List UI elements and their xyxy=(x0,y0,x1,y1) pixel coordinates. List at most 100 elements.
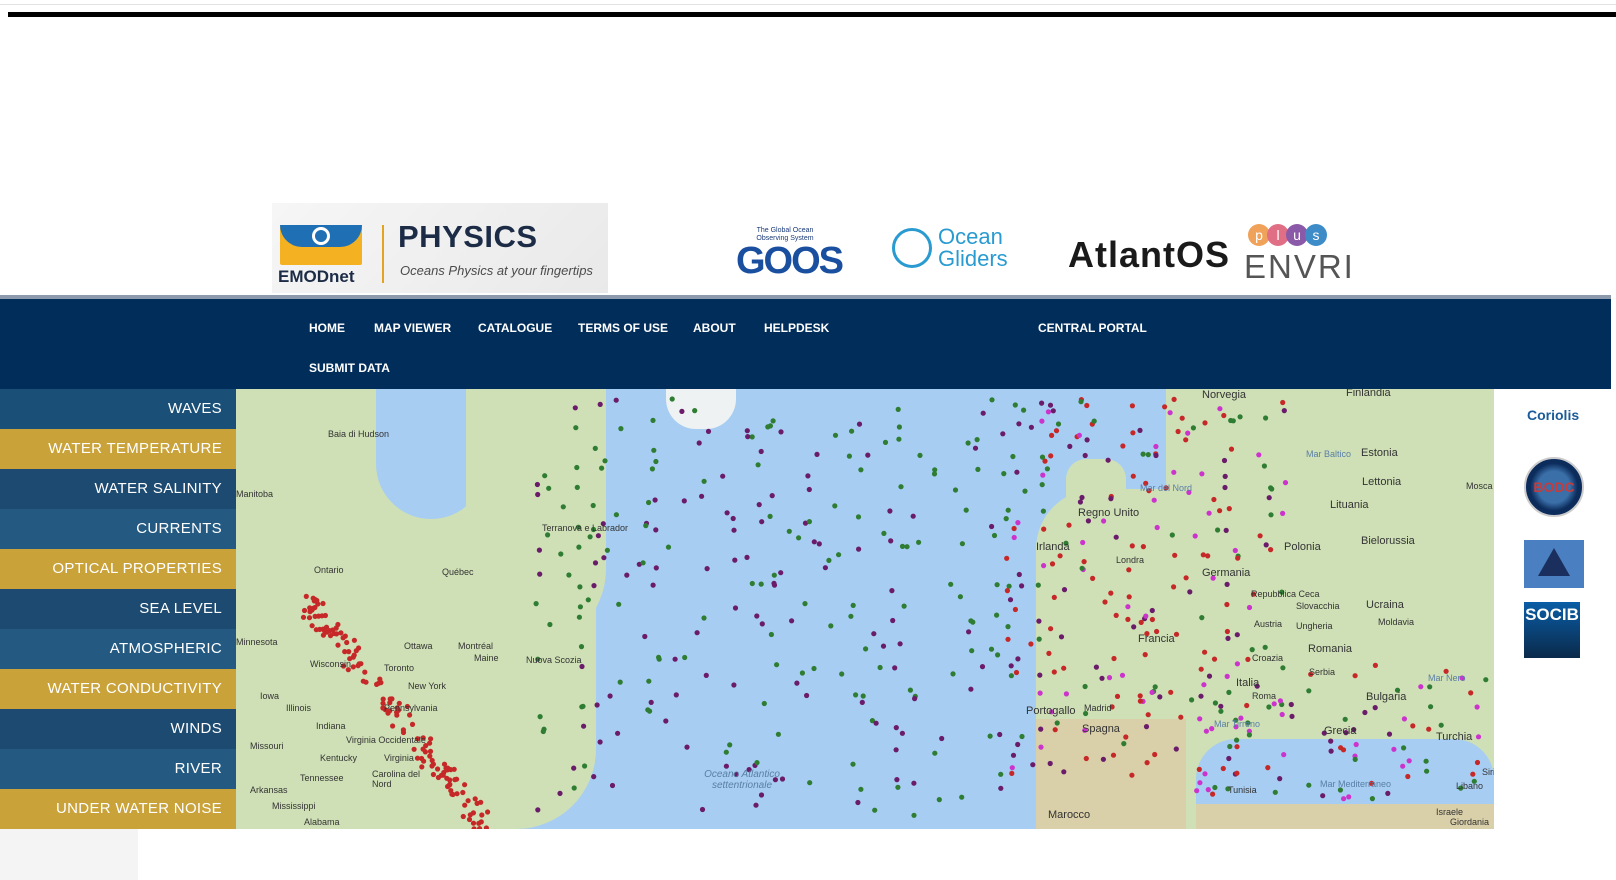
platform-marker xyxy=(1218,703,1224,709)
menu-winds[interactable]: WINDS xyxy=(0,709,236,749)
platform-marker xyxy=(669,396,675,402)
menu-waves[interactable]: WAVES xyxy=(0,389,236,429)
partner-logos-panel: Coriolis BODC SOCIB xyxy=(1494,389,1611,829)
platform-marker xyxy=(649,466,655,472)
platform-marker xyxy=(1005,507,1011,513)
platform-marker xyxy=(427,753,433,759)
platform-marker xyxy=(802,601,808,607)
platform-marker xyxy=(991,532,998,539)
platform-marker xyxy=(1066,522,1072,528)
platform-marker xyxy=(974,437,980,443)
platform-marker xyxy=(572,405,578,411)
platform-marker xyxy=(615,730,621,736)
platform-marker xyxy=(1265,765,1271,771)
platform-marker xyxy=(1228,446,1235,452)
platform-marker xyxy=(1047,402,1054,408)
platform-marker xyxy=(323,624,330,630)
platform-marker xyxy=(1268,512,1274,518)
menu-water-salinity[interactable]: WATER SALINITY xyxy=(0,469,236,509)
platform-marker xyxy=(703,672,709,678)
platform-marker xyxy=(653,527,659,533)
platform-marker xyxy=(1140,451,1146,457)
platform-marker xyxy=(1110,752,1117,758)
platform-marker xyxy=(590,502,596,509)
ocean-gliders-logo[interactable]: Ocean Gliders xyxy=(938,226,1028,270)
platform-marker xyxy=(1210,791,1216,797)
menu-optical-properties[interactable]: OPTICAL PROPERTIES xyxy=(0,549,236,589)
platform-marker xyxy=(853,692,859,698)
platform-marker xyxy=(1352,756,1358,762)
platform-marker xyxy=(1108,590,1114,596)
map-label: Pennsylvania xyxy=(384,703,438,713)
platform-marker xyxy=(836,552,842,558)
menu-water-conductivity[interactable]: WATER CONDUCTIVITY xyxy=(0,669,236,709)
platform-marker xyxy=(965,440,971,446)
menu-water-temperature[interactable]: WATER TEMPERATURE xyxy=(0,429,236,469)
platform-marker xyxy=(1194,788,1200,794)
platform-marker xyxy=(571,765,577,771)
map-label: Norvegia xyxy=(1202,389,1247,401)
platform-marker xyxy=(1197,716,1203,722)
coriolis-logo[interactable]: Coriolis xyxy=(1527,407,1579,423)
platform-marker xyxy=(673,692,679,698)
goos-logo[interactable]: GOOS xyxy=(736,240,844,283)
atlantos-logo[interactable]: AtlantOS xyxy=(1068,234,1230,276)
map-ocean-label: Oceano Atlantico settentrionale xyxy=(704,769,780,791)
platform-marker xyxy=(794,680,800,686)
platform-marker xyxy=(1424,768,1430,774)
platform-marker xyxy=(997,731,1003,738)
platform-marker xyxy=(1400,763,1406,769)
map-label: Tennessee xyxy=(300,773,344,783)
platform-marker xyxy=(910,513,916,519)
platform-marker xyxy=(889,588,895,594)
menu-river[interactable]: RIVER xyxy=(0,749,236,789)
platform-marker xyxy=(1131,624,1137,630)
platform-marker xyxy=(1143,724,1150,730)
platform-marker xyxy=(848,613,854,619)
platform-marker xyxy=(542,473,548,479)
platform-marker xyxy=(1183,575,1189,581)
envri-logo[interactable]: ENVRI xyxy=(1244,248,1355,286)
platform-marker xyxy=(485,809,491,815)
menu-currents[interactable]: CURRENTS xyxy=(0,509,236,549)
platform-marker xyxy=(969,648,975,654)
nav-map-viewer[interactable]: MAP VIEWER xyxy=(374,321,451,335)
bodc-logo[interactable]: BODC xyxy=(1524,457,1584,517)
platform-marker xyxy=(939,735,945,742)
platform-marker xyxy=(904,544,910,550)
platform-marker xyxy=(720,473,726,479)
menu-sea-level[interactable]: SEA LEVEL xyxy=(0,589,236,629)
platform-marker xyxy=(1019,583,1025,589)
nav-home[interactable]: HOME xyxy=(309,321,345,335)
platform-marker xyxy=(898,484,904,490)
platform-marker xyxy=(534,481,540,488)
platform-marker xyxy=(872,807,878,813)
nav-catalogue[interactable]: CATALOGUE xyxy=(478,321,552,335)
map-label: Germania xyxy=(1202,567,1251,579)
map-label: Wisconsin xyxy=(310,659,352,669)
platform-marker xyxy=(576,614,582,620)
socib-logo[interactable]: SOCIB xyxy=(1524,602,1580,658)
platform-marker xyxy=(1162,404,1168,410)
platform-map[interactable]: Norvegia Finlandia Baia di Hudson Estoni… xyxy=(236,389,1494,829)
platform-marker xyxy=(652,497,658,503)
platform-marker xyxy=(1320,793,1326,799)
ior-logo[interactable] xyxy=(1524,540,1584,588)
map-label: Illinois xyxy=(286,703,312,713)
platform-marker xyxy=(911,812,917,818)
menu-under-water-noise[interactable]: UNDER WATER NOISE xyxy=(0,789,236,829)
platform-marker xyxy=(681,498,687,504)
nav-terms-of-use[interactable]: TERMS OF USE xyxy=(578,321,668,335)
emodnet-physics-logo[interactable]: EMODnet PHYSICS Oceans Physics at your f… xyxy=(272,203,608,293)
nav-helpdesk[interactable]: HELPDESK xyxy=(764,321,829,335)
platform-marker xyxy=(1406,758,1412,764)
nav-central-portal[interactable]: CENTRAL PORTAL xyxy=(1038,321,1147,335)
nav-about[interactable]: ABOUT xyxy=(693,321,736,335)
map-label: Carolina del Nord xyxy=(372,769,421,789)
platform-marker xyxy=(771,572,777,578)
nav-submit-data[interactable]: SUBMIT DATA xyxy=(309,361,390,375)
map-label: Arkansas xyxy=(250,785,288,795)
platform-marker xyxy=(907,687,914,693)
platform-marker xyxy=(672,656,678,662)
menu-atmospheric[interactable]: ATMOSPHERIC xyxy=(0,629,236,669)
